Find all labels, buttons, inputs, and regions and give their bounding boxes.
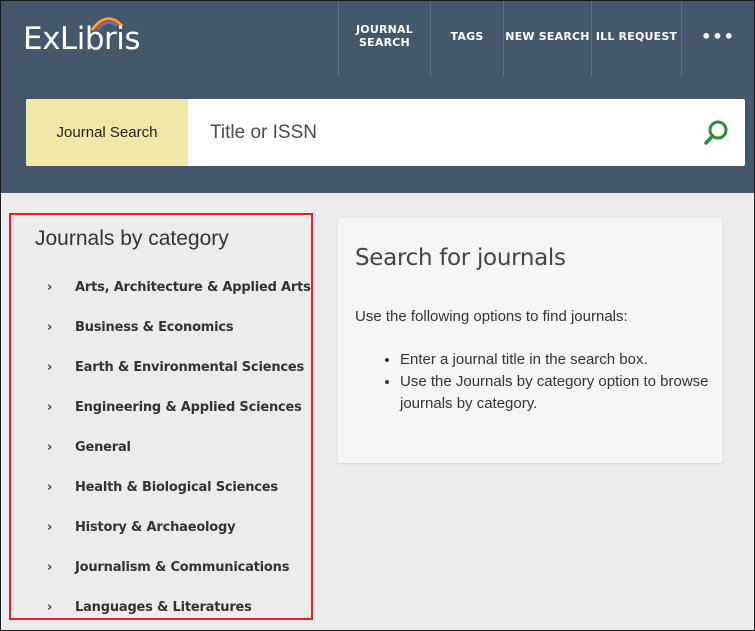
- category-label: General: [75, 439, 131, 455]
- chevron-right-icon: ›: [47, 559, 53, 575]
- category-label: Health & Biological Sciences: [75, 479, 278, 495]
- category-label: Engineering & Applied Sciences: [75, 399, 302, 415]
- category-label: Languages & Literatures: [75, 599, 252, 615]
- category-item[interactable]: › Engineering & Applied Sciences: [11, 387, 311, 427]
- chevron-right-icon: ›: [47, 519, 53, 535]
- app-frame: ExLibris JOURNAL SEARCH TAGS NEW SEARCH …: [0, 0, 755, 631]
- more-dots-icon[interactable]: •••: [681, 1, 754, 77]
- category-label: Arts, Architecture & Applied Arts: [75, 279, 311, 295]
- nav-ill-request[interactable]: ILL REQUEST: [591, 1, 681, 77]
- search-input[interactable]: [200, 111, 700, 154]
- top-navigation-bar: ExLibris JOURNAL SEARCH TAGS NEW SEARCH …: [1, 1, 754, 77]
- help-intro: Use the following options to find journa…: [355, 308, 628, 325]
- search-button[interactable]: [701, 118, 731, 148]
- category-item[interactable]: › Health & Biological Sciences: [11, 467, 311, 507]
- help-bullet: Use the Journals by category option to b…: [400, 371, 710, 415]
- help-bullets: Enter a journal title in the search box.…: [355, 349, 710, 415]
- category-label: History & Archaeology: [75, 519, 236, 535]
- category-item[interactable]: › General: [11, 427, 311, 467]
- chevron-right-icon: ›: [47, 279, 53, 295]
- search-icon: [704, 120, 728, 145]
- category-item[interactable]: › History & Archaeology: [11, 507, 311, 547]
- chevron-right-icon: ›: [47, 319, 53, 335]
- help-title: Search for journals: [355, 245, 566, 271]
- category-item[interactable]: › Journalism & Communications: [11, 547, 311, 587]
- chevron-right-icon: ›: [47, 439, 53, 455]
- nav-journal-search[interactable]: JOURNAL SEARCH: [338, 1, 430, 77]
- category-item[interactable]: › Arts, Architecture & Applied Arts: [11, 267, 311, 307]
- category-label: Business & Economics: [75, 319, 234, 335]
- search-bar: Journal Search: [26, 99, 745, 166]
- search-help-panel: Search for journals Use the following op…: [338, 218, 722, 463]
- nav-tags[interactable]: TAGS: [430, 1, 503, 77]
- chevron-right-icon: ›: [47, 399, 53, 415]
- category-item[interactable]: › Earth & Environmental Sciences: [11, 347, 311, 387]
- logo-text: ExLibris: [23, 21, 141, 57]
- journals-by-category-panel: Journals by category › Arts, Architectur…: [9, 213, 313, 620]
- search-scope-label[interactable]: Journal Search: [26, 99, 188, 166]
- chevron-right-icon: ›: [47, 359, 53, 375]
- category-item[interactable]: › Languages & Literatures: [11, 587, 311, 627]
- chevron-right-icon: ›: [47, 599, 53, 615]
- search-band: Journal Search: [1, 77, 754, 193]
- help-bullet: Enter a journal title in the search box.: [400, 349, 710, 371]
- exlibris-logo[interactable]: ExLibris: [23, 17, 141, 59]
- chevron-right-icon: ›: [47, 479, 53, 495]
- category-label: Journalism & Communications: [75, 559, 290, 575]
- main-nav: JOURNAL SEARCH TAGS NEW SEARCH ILL REQUE…: [338, 1, 754, 77]
- category-label: Earth & Environmental Sciences: [75, 359, 305, 375]
- nav-new-search[interactable]: NEW SEARCH: [503, 1, 591, 77]
- category-list: › Arts, Architecture & Applied Arts › Bu…: [11, 267, 311, 627]
- category-panel-title: Journals by category: [35, 227, 229, 250]
- category-item[interactable]: › Business & Economics: [11, 307, 311, 347]
